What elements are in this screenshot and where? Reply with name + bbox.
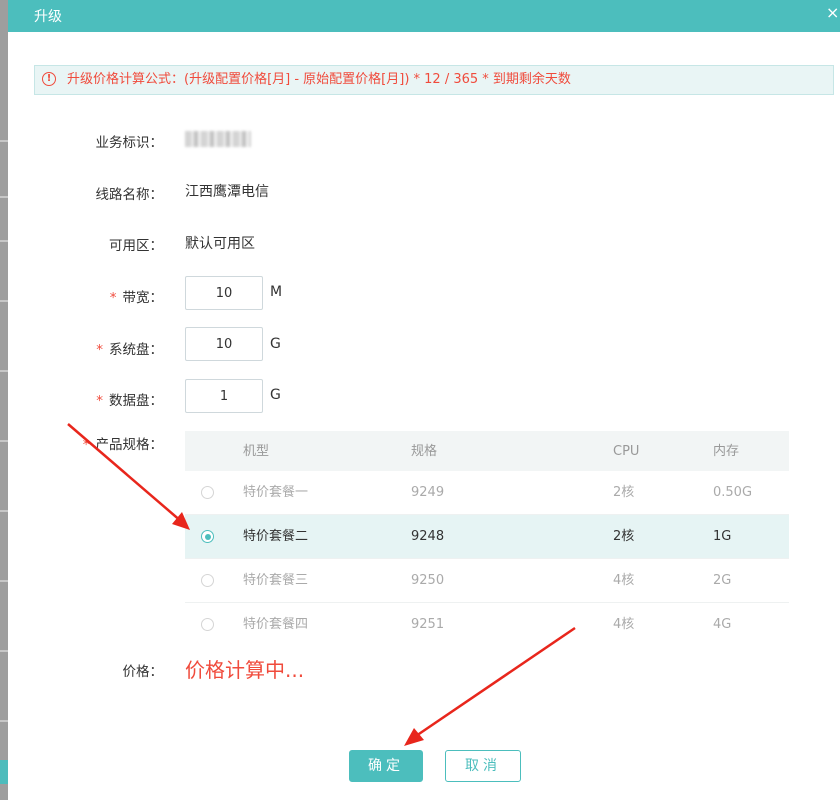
- data-disk-label: * 数据盘：: [96, 393, 163, 409]
- bandwidth-label: * 带宽：: [109, 290, 163, 306]
- spec-radio[interactable]: [201, 486, 214, 499]
- table-row[interactable]: 特价套餐三 9250 4核 2G: [185, 559, 789, 603]
- bandwidth-input[interactable]: [185, 276, 263, 310]
- row-memory: 1G: [713, 529, 732, 544]
- table-row[interactable]: 特价套餐一 9249 2核 0.50G: [185, 471, 789, 515]
- header-model: 机型: [243, 444, 270, 459]
- upgrade-dialog: 升级 × ! 升级价格计算公式：(升级配置价格[月] - 原始配置价格[月]) …: [8, 0, 840, 800]
- row-model: 特价套餐一: [243, 485, 309, 500]
- zone-label: 可用区：: [109, 238, 163, 254]
- spec-radio-selected[interactable]: [201, 530, 214, 543]
- system-disk-unit: G: [270, 336, 281, 352]
- notice-text: 升级价格计算公式：(升级配置价格[月] - 原始配置价格[月]) * 12 / …: [67, 72, 571, 87]
- dialog-titlebar: 升级 ×: [8, 0, 840, 32]
- row-cpu: 2核: [613, 529, 635, 544]
- zone-value: 默认可用区: [185, 236, 255, 252]
- price-label: 价格：: [122, 664, 164, 680]
- row-model: 特价套餐三: [243, 573, 309, 588]
- table-row-selected[interactable]: 特价套餐二 9248 2核 1G: [185, 515, 789, 559]
- row-memory: 4G: [713, 617, 732, 632]
- row-cpu: 4核: [613, 573, 635, 588]
- table-row[interactable]: 特价套餐四 9251 4核 4G: [185, 603, 789, 646]
- row-memory: 2G: [713, 573, 732, 588]
- line-name-label: 线路名称：: [95, 187, 164, 203]
- row-model: 特价套餐四: [243, 617, 309, 632]
- row-cpu: 2核: [613, 485, 635, 500]
- spec-radio[interactable]: [201, 618, 214, 631]
- spec-table-header: 机型 规格 CPU 内存: [185, 431, 789, 471]
- header-cpu: CPU: [613, 444, 640, 459]
- row-spec: 9250: [411, 573, 445, 588]
- dialog-title: 升级: [34, 9, 62, 25]
- warning-circle-icon: !: [42, 72, 56, 86]
- header-spec: 规格: [411, 444, 438, 459]
- price-value: 价格计算中...: [185, 658, 305, 682]
- business-id-label: 业务标识：: [95, 135, 164, 151]
- system-disk-input[interactable]: [185, 327, 263, 361]
- row-memory: 0.50G: [713, 485, 753, 500]
- price-formula-notice: ! 升级价格计算公式：(升级配置价格[月] - 原始配置价格[月]) * 12 …: [34, 65, 834, 95]
- spec-table: 机型 规格 CPU 内存 特价套餐一 9249 2核 0.50G 特价套餐二 9…: [185, 431, 789, 646]
- confirm-button[interactable]: 确定: [349, 750, 423, 782]
- cancel-button[interactable]: 取消: [445, 750, 521, 782]
- line-name-value: 江西鹰潭电信: [185, 184, 269, 200]
- business-id-value-redacted: [185, 131, 251, 147]
- data-disk-unit: G: [270, 387, 281, 403]
- data-disk-input[interactable]: [185, 379, 263, 413]
- spec-label: * 产品规格：: [82, 437, 163, 453]
- row-spec: 9251: [411, 617, 445, 632]
- row-model: 特价套餐二: [243, 529, 309, 544]
- header-memory: 内存: [713, 444, 740, 459]
- row-spec: 9249: [411, 485, 445, 500]
- bandwidth-unit: M: [270, 284, 283, 300]
- close-icon[interactable]: ×: [826, 3, 840, 22]
- system-disk-label: * 系统盘：: [96, 342, 163, 358]
- row-spec: 9248: [411, 529, 445, 544]
- spec-radio[interactable]: [201, 574, 214, 587]
- row-cpu: 4核: [613, 617, 635, 632]
